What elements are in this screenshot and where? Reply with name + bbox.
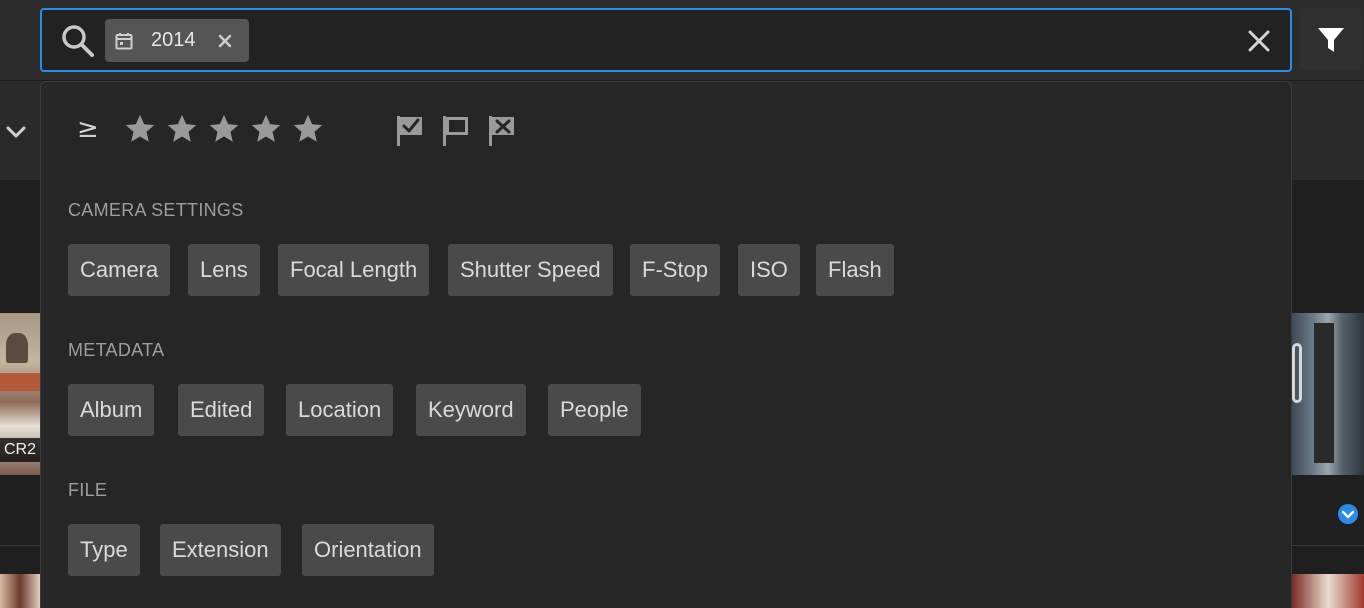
chip-album[interactable]: Album (68, 384, 155, 436)
chip-type[interactable]: Type (68, 524, 140, 576)
filter-button[interactable] (1300, 8, 1362, 70)
search-icon (62, 25, 94, 57)
chip-location[interactable]: Location (286, 384, 394, 436)
chip-f-stop[interactable]: F-Stop (630, 244, 721, 296)
selected-check-icon[interactable] (1338, 504, 1358, 524)
file-type-badge: CR2 (0, 438, 41, 462)
date-filter-token[interactable]: 2014 (105, 19, 249, 62)
rating-operator-button[interactable]: ≥ (77, 114, 99, 144)
chip-extension[interactable]: Extension (160, 524, 281, 576)
chip-iso[interactable]: ISO (738, 244, 800, 296)
photo-thumbnail[interactable] (1292, 574, 1364, 608)
chip-keyword[interactable]: Keyword (416, 384, 526, 436)
photo-thumbnail[interactable] (1292, 313, 1364, 475)
chip-shutter-speed[interactable]: Shutter Speed (448, 244, 613, 296)
chip-lens[interactable]: Lens (188, 244, 260, 296)
flag-rejected-icon[interactable] (487, 114, 517, 148)
chip-people[interactable]: People (548, 384, 641, 436)
flag-unflagged-icon[interactable] (441, 114, 471, 148)
chevron-down-icon[interactable] (4, 120, 28, 144)
search-bar[interactable]: 2014 (40, 8, 1292, 72)
clear-search-button[interactable] (1248, 30, 1270, 52)
chip-focal-length[interactable]: Focal Length (278, 244, 430, 296)
star-icon[interactable] (165, 112, 199, 146)
chip-camera[interactable]: Camera (68, 244, 171, 296)
filter-dropdown-panel: ≥ CAMERA SETTINGS Camera Lens Focal Leng… (40, 81, 1292, 608)
section-label-file: FILE (68, 480, 108, 500)
close-icon[interactable] (217, 33, 233, 49)
star-icon[interactable] (207, 112, 241, 146)
section-label-metadata: METADATA (68, 340, 165, 360)
chip-orientation[interactable]: Orientation (302, 524, 434, 576)
star-icon[interactable] (291, 112, 325, 146)
flag-picked-icon[interactable] (395, 114, 425, 148)
star-icon[interactable] (249, 112, 283, 146)
chip-edited[interactable]: Edited (178, 384, 265, 436)
calendar-icon (115, 33, 133, 50)
photo-thumbnail[interactable] (0, 574, 40, 608)
chip-flash[interactable]: Flash (816, 244, 894, 296)
token-label: 2014 (151, 29, 196, 51)
star-icon[interactable] (123, 112, 157, 146)
section-label-camera-settings: CAMERA SETTINGS (68, 200, 244, 220)
filter-icon (1318, 28, 1344, 52)
